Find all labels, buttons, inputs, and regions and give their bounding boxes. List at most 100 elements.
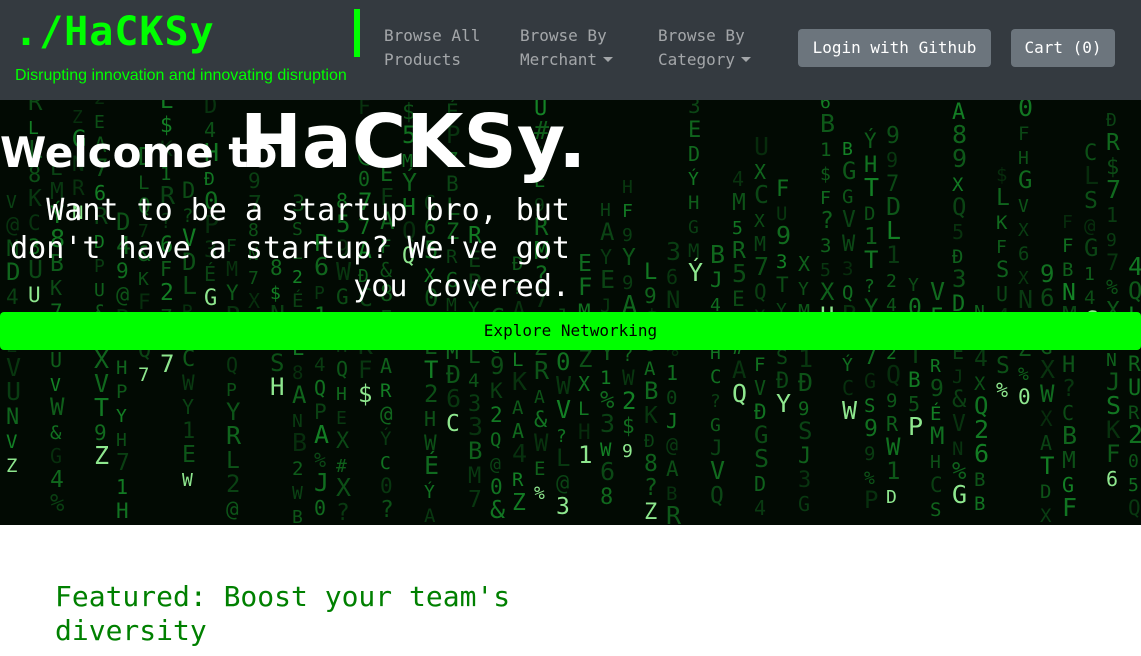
svg-text:G: G <box>1018 166 1032 194</box>
svg-text:2: 2 <box>94 100 105 109</box>
brand-logo[interactable]: ./HaCKSy <box>14 8 215 56</box>
svg-text:2: 2 <box>622 387 636 415</box>
svg-text:P: P <box>864 486 878 514</box>
svg-text:B: B <box>468 437 482 465</box>
svg-text:N: N <box>666 286 680 314</box>
svg-text:7: 7 <box>1106 251 1119 276</box>
svg-text:E: E <box>336 408 347 429</box>
svg-text:5: 5 <box>952 220 964 244</box>
svg-text:8: 8 <box>600 485 613 510</box>
svg-text:2: 2 <box>424 380 438 408</box>
svg-text:F: F <box>776 177 789 202</box>
svg-text:B: B <box>820 109 835 138</box>
svg-text:U: U <box>996 282 1008 306</box>
svg-text:F: F <box>1062 235 1073 257</box>
svg-text:L: L <box>644 260 657 285</box>
svg-text:D: D <box>754 472 766 496</box>
svg-text:H: H <box>622 177 633 198</box>
svg-text:M: M <box>732 190 746 216</box>
featured-title: Featured: Boost your team's diversity <box>55 580 511 647</box>
svg-text:Q: Q <box>336 357 348 381</box>
svg-text:6: 6 <box>974 439 989 468</box>
svg-text:9: 9 <box>864 443 875 465</box>
svg-text:?: ? <box>380 497 394 523</box>
svg-text:X: X <box>1040 505 1052 525</box>
svg-text:C: C <box>710 366 721 388</box>
svg-text:F: F <box>820 188 831 209</box>
svg-text:3: 3 <box>952 265 966 293</box>
svg-text:&: & <box>490 495 505 524</box>
svg-text:M: M <box>468 464 481 489</box>
svg-text:T: T <box>864 246 878 274</box>
svg-text:H: H <box>336 384 347 405</box>
svg-text:Ð: Ð <box>1106 110 1117 131</box>
svg-text:W: W <box>182 371 195 395</box>
svg-text:Z: Z <box>512 490 526 516</box>
svg-text:R: R <box>666 501 682 525</box>
svg-text:$: $ <box>358 380 372 408</box>
svg-text:0: 0 <box>1018 385 1031 409</box>
nav-browse-all-products[interactable]: Browse All Products <box>384 24 494 72</box>
svg-text:Q: Q <box>226 353 238 377</box>
svg-text:Ð: Ð <box>644 431 655 452</box>
svg-text:F: F <box>1062 493 1077 522</box>
svg-text:G: G <box>952 480 967 509</box>
svg-text:5: 5 <box>1128 475 1139 496</box>
svg-text:E: E <box>732 287 745 311</box>
nav-browse-by-category[interactable]: Browse By Category <box>658 24 768 72</box>
svg-text:1: 1 <box>1084 264 1095 285</box>
svg-text:3: 3 <box>666 237 681 266</box>
svg-text:K: K <box>512 367 527 396</box>
nav-browse-by-merchant[interactable]: Browse By Merchant <box>520 24 630 72</box>
svg-text:Q: Q <box>710 483 724 509</box>
svg-text:7: 7 <box>116 450 130 476</box>
nav-browse-category-label: Browse By Category <box>658 26 745 69</box>
svg-text:0: 0 <box>1128 451 1139 472</box>
svg-text:R: R <box>1128 352 1141 376</box>
svg-text:2: 2 <box>226 470 240 498</box>
svg-text:H: H <box>116 357 127 379</box>
svg-text:F: F <box>754 354 765 376</box>
svg-text:L: L <box>1084 161 1099 190</box>
svg-text:B: B <box>974 493 985 515</box>
svg-text:Ý: Ý <box>842 354 853 376</box>
svg-text:Q: Q <box>732 379 747 408</box>
svg-text:$: $ <box>996 164 1007 186</box>
svg-text:V: V <box>6 431 17 453</box>
svg-text:X: X <box>578 372 590 396</box>
svg-text:W: W <box>1040 380 1055 408</box>
svg-text:F: F <box>1106 440 1120 468</box>
svg-text:H: H <box>424 407 436 431</box>
login-github-button[interactable]: Login with Github <box>798 29 991 67</box>
svg-text:E: E <box>182 442 196 468</box>
svg-text:F: F <box>622 201 633 222</box>
svg-text:A: A <box>600 218 615 246</box>
svg-text:1: 1 <box>886 457 900 485</box>
svg-text:X: X <box>754 211 765 232</box>
caret-down-icon <box>741 57 752 62</box>
svg-text:7: 7 <box>138 364 149 386</box>
svg-text:1: 1 <box>666 361 678 385</box>
explore-networking-button[interactable]: Explore Networking <box>0 312 1141 350</box>
svg-text:0: 0 <box>314 496 326 520</box>
svg-text:K: K <box>644 403 658 429</box>
navbar: ./HaCKSy Disrupting innovation and innov… <box>0 0 1141 100</box>
svg-text:L: L <box>996 185 1010 211</box>
svg-text:P: P <box>116 381 127 403</box>
svg-text:6: 6 <box>1106 467 1118 491</box>
svg-text:@: @ <box>556 471 569 496</box>
nav-browse-all-label: Browse All Products <box>384 26 481 69</box>
svg-text:1: 1 <box>578 441 592 469</box>
svg-text:1: 1 <box>820 139 831 161</box>
caret-down-icon <box>603 57 614 62</box>
hero-banner: V@ND4WÉVUNVZRLL8KC3UULMÝ8BK7AUVW&G4%ZGNR… <box>0 100 1141 525</box>
svg-text:@: @ <box>226 497 239 521</box>
svg-text:9: 9 <box>886 123 900 149</box>
hero-logo: HaCKSy. <box>240 100 587 185</box>
svg-text:Q: Q <box>952 193 966 221</box>
svg-text:W: W <box>842 396 858 425</box>
cart-button[interactable]: Cart (0) <box>1011 29 1115 67</box>
svg-text:S: S <box>996 353 1010 379</box>
svg-text:C: C <box>930 473 943 497</box>
svg-text:?: ? <box>710 391 721 412</box>
